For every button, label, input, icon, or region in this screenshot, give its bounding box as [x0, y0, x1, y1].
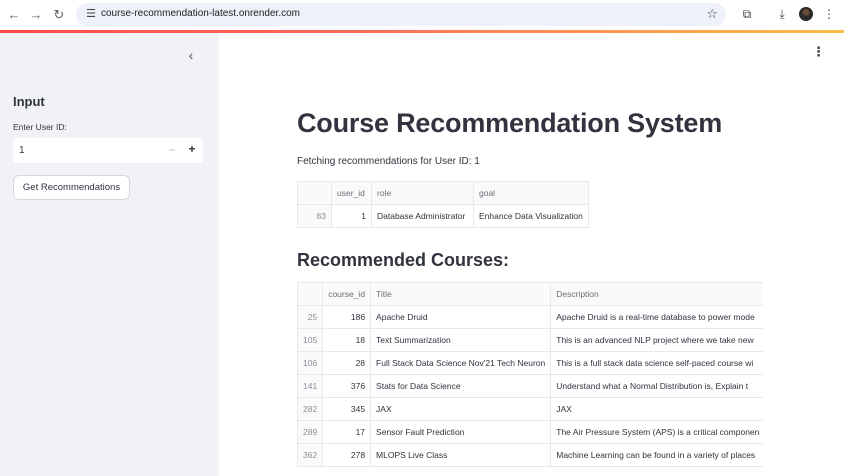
column-header[interactable]: role	[371, 181, 474, 205]
recommended-courses-heading: Recommended Courses:	[297, 250, 510, 270]
profile-avatar[interactable]	[799, 7, 813, 21]
cell-title[interactable]: Apache Druid	[370, 305, 552, 329]
cell-description[interactable]: Understand what a Normal Distribution is…	[550, 374, 763, 398]
browser-menu-icon[interactable]: ⋮	[821, 6, 837, 22]
fetch-status-text: Fetching recommendations for User ID: 1	[297, 156, 480, 167]
address-bar[interactable]: ☰ course-recommendation-latest.onrender.…	[76, 3, 726, 26]
cell-title[interactable]: JAX	[370, 397, 552, 421]
cell-user-id[interactable]: 1	[331, 204, 372, 228]
cell-course-id[interactable]: 278	[322, 443, 372, 467]
cell-description[interactable]: Machine Learning can be found in a varie…	[550, 443, 763, 467]
cell-course-id[interactable]: 345	[322, 397, 372, 421]
row-index: 362	[297, 443, 324, 467]
cell-title[interactable]: Sensor Fault Prediction	[370, 420, 552, 444]
site-settings-icon[interactable]: ☰	[84, 7, 98, 21]
cell-description[interactable]: Apache Druid is a real-time database to …	[550, 305, 763, 329]
column-header[interactable]: goal	[473, 181, 589, 205]
course-table-viewport[interactable]: course_id Title Description 25 186 Apache …	[297, 282, 763, 476]
collapse-sidebar-icon[interactable]: ‹	[184, 47, 198, 63]
column-header[interactable]	[297, 181, 332, 205]
table-row[interactable]: 83 1 Database Administrator Enhance Data…	[297, 204, 589, 228]
column-header[interactable]	[297, 282, 324, 306]
cell-description[interactable]: JAX	[550, 397, 763, 421]
user-table[interactable]: user_id role goal 83 1 Database Administ…	[297, 181, 589, 228]
user-id-value[interactable]: 1	[19, 145, 25, 156]
cell-course-id[interactable]: 28	[322, 351, 372, 375]
cell-course-id[interactable]: 17	[322, 420, 372, 444]
cell-description[interactable]: The Air Pressure System (APS) is a criti…	[550, 420, 763, 444]
sidebar-heading: Input	[13, 94, 45, 109]
cell-course-id[interactable]: 186	[322, 305, 372, 329]
cell-description[interactable]: This is an advanced NLP project where we…	[550, 328, 763, 352]
sidebar: ‹ Input Enter User ID: 1 − + Get Recomme…	[0, 33, 219, 476]
user-id-label: Enter User ID:	[13, 122, 67, 132]
table-row[interactable]: 141 376 Stats for Data Science Understand w…	[297, 374, 763, 398]
table-row[interactable]: 105 18 Text Summarization This is an advanc…	[297, 328, 763, 352]
column-header[interactable]: Title	[370, 282, 552, 306]
table-row[interactable]: 282 345 JAX JAX	[297, 397, 763, 421]
user-id-number-input[interactable]: 1 − +	[13, 138, 203, 163]
column-header[interactable]: Description	[550, 282, 763, 306]
cell-role[interactable]: Database Administrator	[371, 204, 474, 228]
cell-description[interactable]: This is a full stack data science self-p…	[550, 351, 763, 375]
row-index: 106	[297, 351, 324, 375]
table-row[interactable]: 25 186 Apache Druid Apache Druid is a real-…	[297, 305, 763, 329]
row-index: 25	[297, 305, 324, 329]
forward-arrow-icon[interactable]: →	[28, 7, 44, 23]
cell-course-id[interactable]: 18	[322, 328, 372, 352]
table-header-row: user_id role goal	[297, 181, 589, 205]
table-row[interactable]: 362 278 MLOPS Live Class Machine Learning c…	[297, 443, 763, 467]
table-row[interactable]: 106 28 Full Stack Data Science Nov'21 Tech…	[297, 351, 763, 375]
browser-toolbar: ← → ↻ ☰ course-recommendation-latest.onr…	[0, 0, 844, 30]
cell-course-id[interactable]: 376	[322, 374, 372, 398]
cell-goal[interactable]: Enhance Data Visualization	[473, 204, 589, 228]
course-table[interactable]: course_id Title Description 25 186 Apache …	[297, 282, 763, 467]
row-index: 141	[297, 374, 324, 398]
reload-icon[interactable]: ↻	[51, 7, 67, 23]
cell-title[interactable]: Full Stack Data Science Nov'21 Tech Neur…	[370, 351, 552, 375]
url-text[interactable]: course-recommendation-latest.onrender.co…	[101, 8, 300, 19]
row-index: 289	[297, 420, 324, 444]
bookmark-star-icon[interactable]: ☆	[706, 6, 718, 22]
column-header[interactable]: user_id	[331, 181, 372, 205]
row-index: 83	[297, 204, 332, 228]
decrement-button[interactable]: −	[165, 143, 179, 157]
row-index: 105	[297, 328, 324, 352]
cell-title[interactable]: MLOPS Live Class	[370, 443, 552, 467]
column-header[interactable]: course_id	[322, 282, 372, 306]
extensions-icon[interactable]: ⧉	[739, 6, 755, 22]
download-icon[interactable]: ⤓	[774, 6, 790, 22]
cell-title[interactable]: Text Summarization	[370, 328, 552, 352]
table-header-row: course_id Title Description	[297, 282, 763, 306]
back-arrow-icon[interactable]: ←	[6, 7, 22, 23]
table-row[interactable]: 289 17 Sensor Fault Prediction The Air Pres…	[297, 420, 763, 444]
page-title: Course Recommendation System	[297, 108, 723, 138]
row-index: 282	[297, 397, 324, 421]
app-menu-icon[interactable]: ⋮	[812, 44, 825, 60]
get-recommendations-button[interactable]: Get Recommendations	[13, 175, 130, 200]
increment-button[interactable]: +	[185, 142, 199, 156]
cell-title[interactable]: Stats for Data Science	[370, 374, 552, 398]
